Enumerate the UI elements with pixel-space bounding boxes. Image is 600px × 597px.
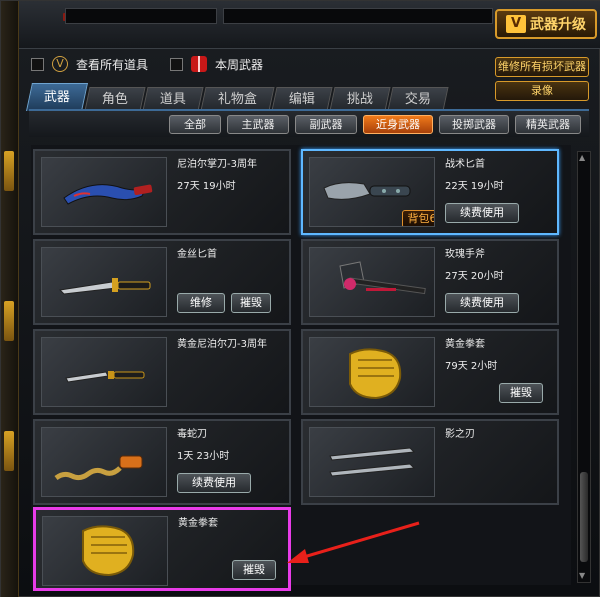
item-name: 战术匕首 xyxy=(445,159,485,170)
scroll-up-icon[interactable]: ▲ xyxy=(579,154,589,162)
item-time: 27天 20小时 xyxy=(445,271,504,282)
red-arrow-icon xyxy=(287,521,420,563)
item-card[interactable]: 毒蛇刀 1天 23小时 续费使用 xyxy=(33,419,291,505)
kukri-icon xyxy=(41,157,167,227)
item-card-selected[interactable]: 背包6 战术匕首 22天 19小时 续费使用 xyxy=(301,149,559,235)
destroy-button[interactable]: 摧毁 xyxy=(231,293,271,313)
item-name: 毒蛇刀 xyxy=(177,429,207,440)
filter-row: V 查看所有道具 本周武器 xyxy=(31,53,263,75)
tab-trade[interactable]: 交易 xyxy=(387,87,449,111)
item-name: 玫瑰手斧 xyxy=(445,249,485,260)
gift-box-icon xyxy=(191,56,208,72)
view-all-label: 查看所有道具 xyxy=(76,57,149,72)
gold-fist-icon xyxy=(42,516,168,586)
subtab-throwing[interactable]: 投掷武器 xyxy=(439,115,509,134)
item-card[interactable]: 影之刃 xyxy=(301,419,559,505)
renew-button[interactable]: 续费使用 xyxy=(177,473,251,493)
knife-icon xyxy=(41,337,167,407)
item-time: 22天 19小时 xyxy=(445,181,504,192)
renew-button[interactable]: 续费使用 xyxy=(445,203,519,223)
renew-button[interactable]: 续费使用 xyxy=(445,293,519,313)
top-slot xyxy=(65,8,217,24)
tab-character[interactable]: 角色 xyxy=(84,87,146,111)
tab-weapons[interactable]: 武器 xyxy=(26,83,88,111)
main-tabs: 武器 角色 道具 礼物盒 编辑 挑战 交易 xyxy=(26,83,449,111)
left-rail xyxy=(1,1,19,597)
tactical-knife-icon: 背包6 xyxy=(309,157,435,227)
tab-edit[interactable]: 编辑 xyxy=(271,87,333,111)
sub-tabs: 全部 主武器 副武器 近身武器 投掷武器 精英武器 xyxy=(29,109,589,137)
destroy-button[interactable]: 摧毁 xyxy=(499,383,543,403)
weekly-label: 本周武器 xyxy=(215,57,264,72)
rail-marker xyxy=(4,151,14,191)
scrollbar[interactable]: ▲ ▼ xyxy=(577,151,591,583)
subtab-elite[interactable]: 精英武器 xyxy=(515,115,581,134)
item-card[interactable]: 黄金尼泊尔刀-3周年 xyxy=(33,329,291,415)
weapon-upgrade-button[interactable]: V 武器升级 xyxy=(495,9,597,39)
item-card[interactable]: 黄金拳套 79天 2小时 摧毁 xyxy=(301,329,559,415)
item-card[interactable]: 金丝匕首 维修 摧毁 xyxy=(33,239,291,325)
repair-button[interactable]: 维修 xyxy=(177,293,225,313)
record-button[interactable]: 录像 xyxy=(495,81,589,101)
tab-props[interactable]: 道具 xyxy=(142,87,204,111)
item-name: 黄金尼泊尔刀-3周年 xyxy=(177,339,267,350)
repair-all-button[interactable]: 维修所有损坏武器 xyxy=(495,57,589,77)
view-all-checkbox[interactable] xyxy=(31,57,44,71)
subtab-melee[interactable]: 近身武器 xyxy=(363,115,433,134)
weekly-checkbox[interactable] xyxy=(170,57,184,71)
item-name: 黄金拳套 xyxy=(445,339,485,350)
game-window: V 武器升级 V 查看所有道具 本周武器 维修所有损坏武器 录像 武器 角色 道… xyxy=(0,0,600,597)
destroy-button[interactable]: 摧毁 xyxy=(232,560,276,580)
scroll-thumb[interactable] xyxy=(580,472,588,562)
item-card[interactable]: 尼泊尔掌刀-3周年 27天 19小时 xyxy=(33,149,291,235)
item-time: 79天 2小时 xyxy=(445,361,498,372)
gold-dagger-icon xyxy=(41,247,167,317)
tab-challenge[interactable]: 挑战 xyxy=(329,87,391,111)
item-name: 金丝匕首 xyxy=(177,249,217,260)
subtab-primary[interactable]: 主武器 xyxy=(227,115,289,134)
subtab-all[interactable]: 全部 xyxy=(169,115,221,134)
gold-fist-icon xyxy=(309,337,435,407)
item-name: 尼泊尔掌刀-3周年 xyxy=(177,159,257,170)
rose-axe-icon xyxy=(309,247,435,317)
subtab-secondary[interactable]: 副武器 xyxy=(295,115,357,134)
item-card[interactable]: 玫瑰手斧 27天 20小时 续费使用 xyxy=(301,239,559,325)
item-name: 黄金拳套 xyxy=(178,518,218,529)
item-time: 1天 23小时 xyxy=(177,451,230,462)
serpent-blade-icon xyxy=(41,427,167,497)
backpack-badge: 背包6 xyxy=(402,210,434,226)
tab-gift-box[interactable]: 礼物盒 xyxy=(200,87,275,111)
top-slot xyxy=(223,8,493,24)
twin-blades-icon xyxy=(309,427,435,497)
v-badge-icon: V xyxy=(52,56,68,72)
v-logo-icon: V xyxy=(506,15,526,33)
item-card-highlighted[interactable]: 黄金拳套 摧毁 xyxy=(33,507,291,591)
item-name: 影之刃 xyxy=(445,429,475,440)
item-time: 27天 19小时 xyxy=(177,181,236,192)
scroll-down-icon[interactable]: ▼ xyxy=(579,572,589,580)
rail-marker xyxy=(4,431,14,471)
rail-marker xyxy=(4,301,14,341)
